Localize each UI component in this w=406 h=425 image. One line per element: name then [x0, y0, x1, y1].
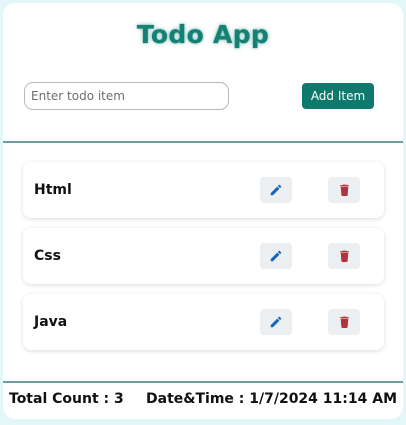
edit-button[interactable] — [260, 309, 292, 335]
todo-item-label: Html — [34, 182, 72, 198]
todo-input[interactable] — [24, 82, 229, 110]
list-item: Java — [23, 294, 384, 350]
list-item: Css — [23, 228, 384, 284]
edit-button[interactable] — [260, 177, 292, 203]
delete-button[interactable] — [328, 243, 360, 269]
header-divider — [3, 141, 403, 143]
pencil-icon — [270, 250, 282, 262]
todo-item-label: Java — [34, 314, 68, 330]
trash-icon — [339, 250, 349, 262]
todo-item-label: Css — [34, 248, 61, 264]
footer-divider — [3, 381, 403, 383]
todo-app-card: Todo App Add Item Html Css — [3, 3, 403, 419]
total-count: Total Count : 3 — [9, 391, 124, 407]
todo-list: Html Css Java — [23, 162, 384, 360]
app-title: Todo App — [136, 20, 270, 49]
trash-icon — [339, 184, 349, 196]
trash-icon — [339, 316, 349, 328]
date-time: Date&Time : 1/7/2024 11:14 AM — [146, 391, 397, 407]
delete-button[interactable] — [328, 177, 360, 203]
list-item: Html — [23, 162, 384, 218]
edit-button[interactable] — [260, 243, 292, 269]
delete-button[interactable] — [328, 309, 360, 335]
add-item-button[interactable]: Add Item — [302, 83, 374, 109]
pencil-icon — [270, 184, 282, 196]
pencil-icon — [270, 316, 282, 328]
